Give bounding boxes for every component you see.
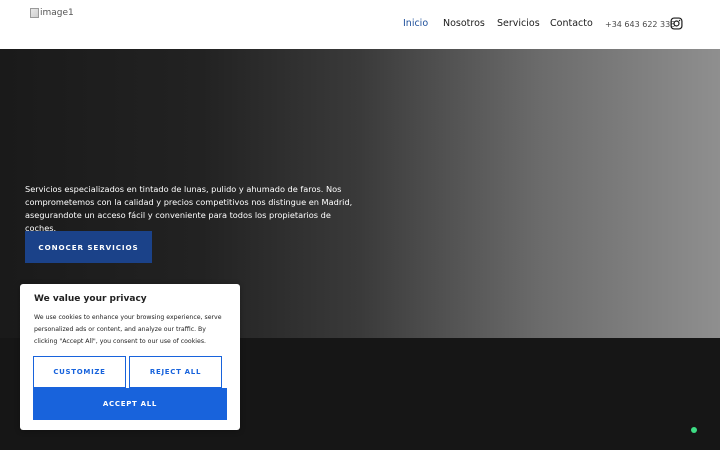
- site-logo[interactable]: image1: [30, 6, 74, 20]
- reject-all-button[interactable]: REJECT ALL: [129, 356, 222, 388]
- nav-item-nosotros[interactable]: Nosotros: [443, 17, 485, 31]
- online-status-dot: [691, 427, 697, 433]
- logo-alt-text: image1: [40, 8, 74, 18]
- conocer-servicios-button[interactable]: CONOCER SERVICIOS: [25, 231, 152, 263]
- hero-description: Servicios especializados en tintado de l…: [25, 184, 353, 233]
- phone-number[interactable]: +34 643 622 338: [605, 18, 675, 32]
- nav-item-contacto[interactable]: Contacto: [550, 17, 593, 31]
- accept-all-button[interactable]: ACCEPT ALL: [33, 388, 227, 420]
- instagram-icon[interactable]: [670, 17, 683, 30]
- nav-item-inicio[interactable]: Inicio: [403, 17, 428, 31]
- customize-button[interactable]: CUSTOMIZE: [33, 356, 126, 388]
- cookie-consent-banner: We value your privacy We use cookies to …: [20, 284, 240, 430]
- site-header: image1 Inicio Nosotros Servicios Contact…: [0, 0, 720, 49]
- cookie-title: We value your privacy: [34, 294, 147, 304]
- cookie-description: We use cookies to enhance your browsing …: [34, 314, 222, 345]
- broken-image-icon: [30, 8, 39, 18]
- nav-item-servicios[interactable]: Servicios: [497, 17, 540, 31]
